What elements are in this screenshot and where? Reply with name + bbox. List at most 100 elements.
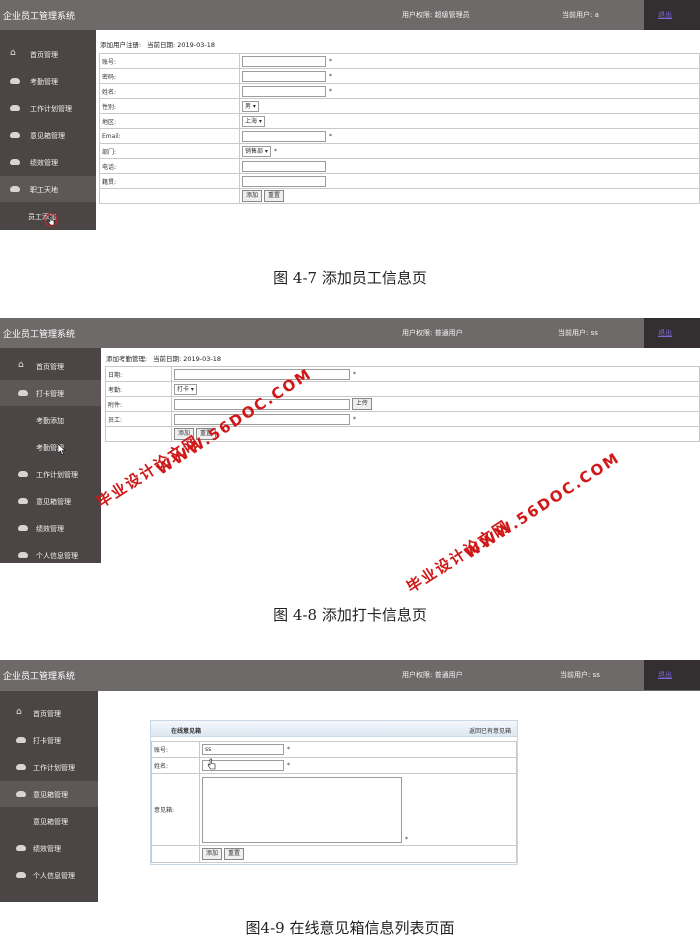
sidebar-item-attendance-add[interactable]: 考勤添加: [0, 407, 96, 433]
logout-area: 退出: [644, 0, 700, 30]
cloud-icon: [16, 789, 26, 797]
form-row: 地区: 上海 ▾: [99, 113, 700, 129]
add-button[interactable]: 添加: [202, 848, 223, 860]
cloud-icon: [18, 550, 28, 558]
logout-link[interactable]: 退出: [658, 10, 672, 20]
sidebar-item-suggestion[interactable]: 意见箱管理: [0, 781, 98, 807]
figure-caption: 图 4-7 添加员工信息页: [273, 269, 427, 287]
sidebar-item-label: 意见箱管理: [36, 498, 71, 506]
logout-area: 退出: [644, 318, 700, 348]
sidebar-item-work-plan[interactable]: 工作计划管理: [0, 461, 96, 487]
sidebar-item-label: 考勤管理: [30, 78, 58, 86]
form-row: 意见箱: *: [151, 773, 517, 846]
cloud-icon: [10, 76, 20, 84]
sidebar-item-profile[interactable]: 个人信息管理: [0, 542, 96, 564]
top-bar: 企业员工管理系统 用户权限: 超级管理员 当前用户: a 退出: [0, 0, 700, 30]
cloud-icon: [16, 843, 26, 851]
sidebar-item-clock-in[interactable]: 打卡管理: [0, 727, 96, 753]
suggestion-panel: 在线意见箱 返回已有意见箱 账号: ss * 姓名: * 意见箱: * 添加 重置: [150, 720, 518, 865]
sidebar-item-label: 打卡管理: [36, 390, 64, 398]
account-input[interactable]: [242, 55, 326, 67]
field-label: 账号:: [151, 741, 200, 758]
required-mark: *: [329, 87, 332, 95]
select-value: 男: [245, 102, 252, 110]
sidebar-item-suggestion-manage[interactable]: 意见箱管理: [0, 808, 96, 834]
field-label: 姓名:: [99, 83, 240, 99]
date-input[interactable]: [174, 368, 350, 380]
email-input[interactable]: [242, 130, 326, 142]
sidebar-item-work-plan[interactable]: 工作计划管理: [0, 95, 96, 121]
sidebar-item-label: 绩效管理: [36, 525, 64, 533]
panel-title: 在线意见箱: [171, 728, 202, 735]
form-row: 部门: 销售部 ▾ *: [99, 143, 700, 159]
form-row: 账号: *: [99, 53, 700, 69]
sidebar-item-work-plan[interactable]: 工作计划管理: [0, 754, 96, 780]
account-input[interactable]: ss: [202, 744, 284, 755]
form-title: 添加考勤管理:: [106, 355, 148, 363]
employee-input[interactable]: [174, 413, 350, 425]
name-input[interactable]: [242, 85, 326, 97]
reset-button[interactable]: 重置: [263, 190, 284, 202]
current-user-label: 当前用户: ss: [558, 329, 598, 337]
sidebar-item-home[interactable]: ⌂ 首页管理: [0, 700, 96, 726]
panel-header: 在线意见箱 返回已有意见箱: [151, 721, 517, 737]
password-input[interactable]: [242, 70, 326, 82]
employee-form-table: 账号: * 密码: * 姓名: * 性别: 男 ▾ 地区: 上海 ▾ Email: * 部门…: [99, 53, 700, 204]
sidebar-item-label: 绩效管理: [33, 845, 61, 853]
field-label: 性别:: [99, 98, 240, 114]
home-icon: ⌂: [16, 707, 22, 717]
field-label: 地区:: [99, 113, 240, 129]
back-to-list-link[interactable]: 返回已有意见箱: [469, 726, 511, 735]
sidebar-item-attendance-manage[interactable]: 考勤管理: [0, 434, 96, 460]
logout-link[interactable]: 退出: [658, 328, 672, 338]
top-bar: 企业员工管理系统 用户权限: 普通用户 当前用户: ss 退出: [0, 318, 700, 348]
home-icon: ⌂: [18, 360, 24, 370]
form-row: 考勤: 打卡 ▾: [105, 381, 700, 397]
permission-label: 用户权限: 普通用户: [402, 329, 463, 337]
system-title: 企业员工管理系统: [3, 330, 76, 340]
logout-link[interactable]: 退出: [658, 670, 672, 680]
reset-button[interactable]: 重置: [223, 848, 244, 860]
suggestion-form-table: 账号: ss * 姓名: * 意见箱: * 添加 重置: [151, 741, 517, 863]
phone-input[interactable]: [242, 160, 326, 172]
form-row: 籍贯:: [99, 173, 700, 189]
add-button[interactable]: 添加: [242, 190, 263, 202]
sidebar-item-profile[interactable]: 个人信息管理: [0, 862, 96, 888]
cloud-icon: [16, 762, 26, 770]
permission-label: 用户权限: 超级管理员: [402, 11, 470, 19]
sidebar-item-suggestion[interactable]: 意见箱管理: [0, 122, 96, 148]
sidebar-item-suggestion[interactable]: 意见箱管理: [0, 488, 96, 514]
attendance-select[interactable]: 打卡 ▾: [174, 383, 197, 395]
sidebar-item-home[interactable]: ⌂ 首页管理: [0, 41, 96, 67]
form-row: 密码: *: [99, 68, 700, 84]
hometown-input[interactable]: [242, 175, 326, 187]
sidebar-item-label: 职工天地: [30, 186, 58, 194]
sidebar-item-staff[interactable]: 职工天地: [0, 176, 96, 202]
sidebar-item-label: 个人信息管理: [36, 552, 78, 560]
sidebar-item-performance[interactable]: 绩效管理: [0, 149, 96, 175]
department-select[interactable]: 销售部 ▾: [242, 145, 271, 157]
sidebar-item-performance[interactable]: 绩效管理: [0, 515, 96, 541]
upload-button[interactable]: 上传: [351, 398, 372, 410]
cloud-icon: [10, 184, 20, 192]
sidebar-item-clock-in[interactable]: 打卡管理: [0, 380, 101, 406]
form-row: 员工: *: [105, 411, 700, 427]
required-mark: *: [353, 415, 356, 423]
sidebar-item-attendance[interactable]: 考勤管理: [0, 68, 96, 94]
suggestion-textarea[interactable]: [202, 777, 402, 843]
current-date: 当前日期: 2019-03-18: [147, 41, 216, 49]
field-label: Email:: [99, 128, 240, 144]
gender-select[interactable]: 男 ▾: [242, 100, 259, 112]
sidebar-item-label: 意见箱管理: [30, 132, 65, 140]
arrow-cursor-icon: [58, 444, 66, 455]
hand-cursor-icon: [207, 758, 216, 770]
form-row: 姓名: *: [99, 83, 700, 99]
region-select[interactable]: 上海 ▾: [242, 115, 265, 127]
required-mark: *: [329, 132, 332, 140]
sidebar-item-performance[interactable]: 绩效管理: [0, 835, 96, 861]
figure-caption: 图4-9 在线意见箱信息列表页面: [245, 919, 455, 937]
sidebar-item-home[interactable]: ⌂ 首页管理: [0, 353, 96, 379]
sidebar-item-label: 工作计划管理: [36, 471, 78, 479]
sidebar-item-label: 首页管理: [36, 363, 64, 371]
cloud-icon: [10, 103, 20, 111]
